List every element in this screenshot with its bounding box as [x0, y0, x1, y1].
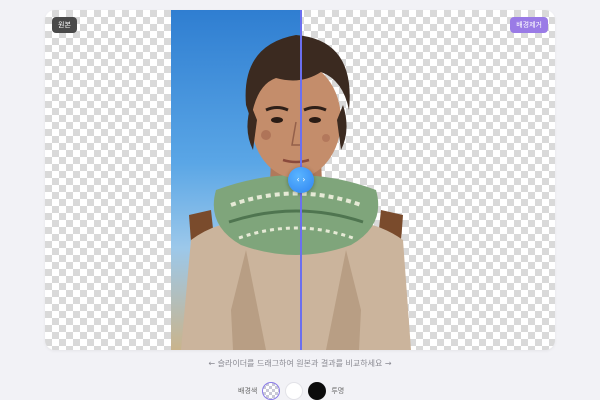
- background-color-picker: 배경색 투명: [238, 382, 344, 400]
- comparison-canvas[interactable]: 원본 배경제거 ‹ ›: [45, 10, 555, 350]
- background-color-label: 배경색: [238, 387, 258, 395]
- transparent-swatch-button[interactable]: [262, 382, 281, 400]
- slider-hint-text: ← 슬라이더를 드래그하여 원본과 결과를 비교하세요 →: [208, 359, 392, 368]
- black-swatch-button[interactable]: [308, 382, 327, 400]
- white-swatch-button[interactable]: [285, 382, 304, 400]
- comparison-slider-handle[interactable]: ‹ ›: [288, 167, 314, 193]
- selected-background-label: 투명: [331, 387, 345, 395]
- original-label-badge: 원본: [52, 17, 77, 33]
- background-removed-label-badge: 배경제거: [510, 17, 548, 33]
